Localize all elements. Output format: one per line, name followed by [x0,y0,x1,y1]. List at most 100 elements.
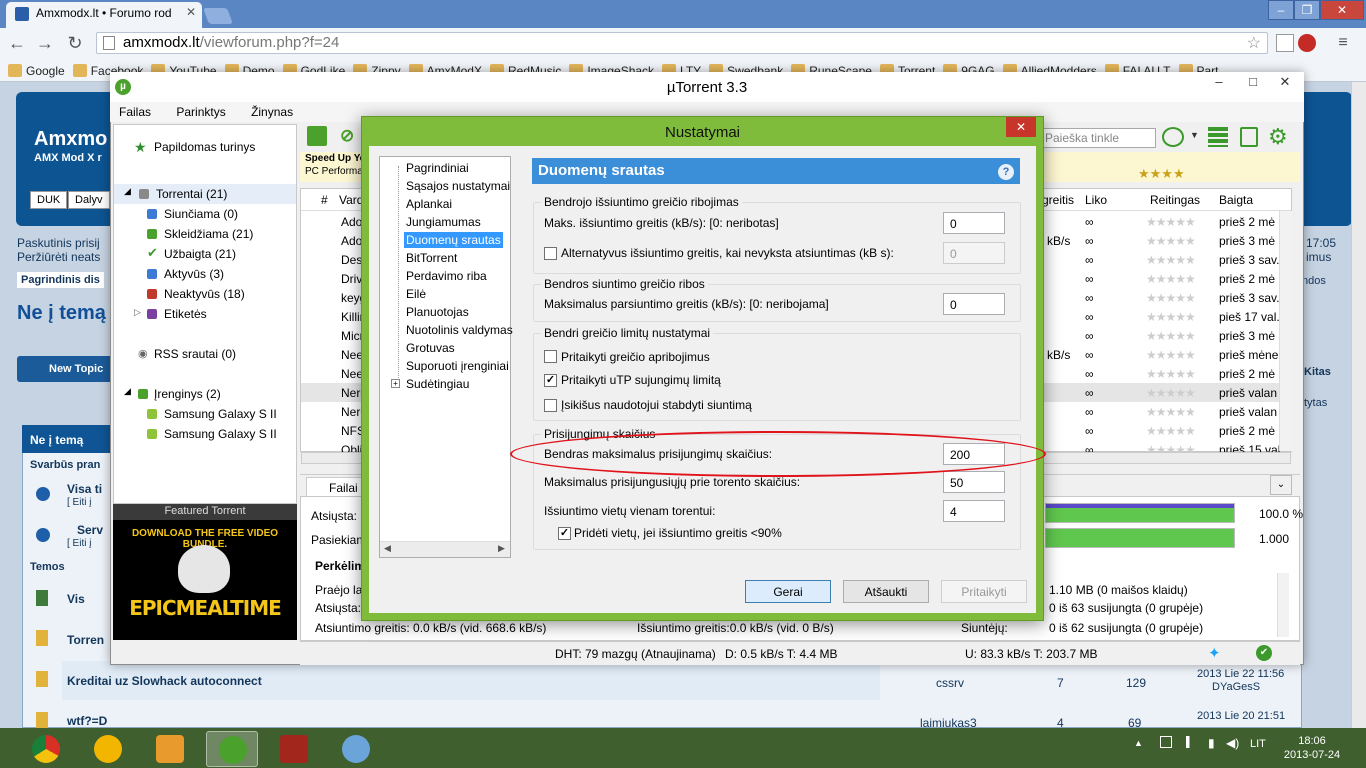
menu-help[interactable]: Žinynas [251,105,293,119]
settings-tree-item[interactable]: Perdavimo riba [404,268,489,284]
collapse-panel-icon[interactable]: ⌄ [1270,475,1292,495]
topic-author[interactable]: cssrv [936,676,964,690]
tree-scrollbar[interactable]: ◀ ▶ [380,541,510,557]
language-indicator[interactable]: LIT [1250,738,1266,750]
gear-icon[interactable]: ⚙ [1268,124,1288,150]
rating-stars-icon[interactable]: ★★★★★ [1146,329,1196,343]
chrome-maximize-button[interactable]: ❐ [1294,0,1320,20]
forum-nav-members[interactable]: Dalyv [68,191,110,209]
col-num[interactable]: # [321,193,328,207]
tab-files[interactable]: Failai [306,477,366,497]
col-rating[interactable]: Reitingas [1150,193,1200,207]
battery-icon[interactable] [1186,736,1198,748]
taskbar-app[interactable] [82,731,134,767]
settings-tree-item[interactable]: Planuotojas [404,304,471,320]
rating-stars-icon[interactable]: ★★★★★ [1146,348,1196,362]
sidebar-item-device[interactable]: Samsung Galaxy S II [114,404,296,424]
sidebar-item-seeding[interactable]: Skleidžiama (21) [114,224,296,244]
list-view-icon[interactable] [1208,127,1228,147]
settings-tree-item[interactable]: Eilė [404,286,428,302]
ut-minimize-button[interactable]: – [1204,72,1234,94]
sidebar-item-rss[interactable]: ◉ RSS srautai (0) [114,344,296,364]
topic-goto[interactable]: [ Eiti į [67,538,91,549]
back-icon[interactable]: ← [6,33,28,53]
settings-tree-item[interactable]: Pagrindiniai [404,160,471,176]
col-done[interactable]: Baigta [1219,193,1253,207]
rating-stars-icon[interactable]: ★★★★★ [1146,272,1196,286]
menu-options[interactable]: Parinktys [176,105,225,119]
rating-stars-icon[interactable]: ★★★★★ [1146,424,1196,438]
web-search-input[interactable]: Paieška tinkle [1040,128,1156,148]
scroll-left-icon[interactable]: ◀ [384,543,391,554]
upload-slots-field[interactable]: 4 [943,500,1005,522]
max-download-field[interactable]: 0 [943,293,1005,315]
col-left[interactable]: Liko [1085,193,1107,207]
settings-tree-item[interactable]: Suporuoti įrenginiai [404,358,511,374]
globe-search-icon[interactable] [1162,127,1184,147]
rating-stars-icon[interactable]: ★★★★★ [1146,386,1196,400]
sidebar-item-labels[interactable]: ▷ Etiketės [114,304,296,324]
ok-button[interactable]: Gerai [745,580,831,603]
bookmark-star-icon[interactable]: ☆ [1247,33,1261,53]
settings-tree-item[interactable]: Jungiamumas [404,214,483,230]
chrome-close-button[interactable]: ✕ [1320,0,1364,20]
taskbar-chrome[interactable] [20,731,72,767]
tray-expand-icon[interactable]: ▲ [1134,738,1143,748]
scroll-right-icon[interactable]: ▶ [498,543,505,554]
apply-rate-limits-checkbox[interactable] [544,350,557,363]
tree-expand-icon[interactable]: + [391,379,400,388]
sidebar-item-extra[interactable]: ★ Papildomas turinys [114,137,296,157]
taskbar-clock[interactable]: 18:06 2013-07-24 [1276,734,1348,762]
sidebar-item-active[interactable]: Aktyvūs (3) [114,264,296,284]
dialog-close-button[interactable]: ✕ [1006,117,1036,137]
rating-stars-icon[interactable]: ★★★★★ [1146,291,1196,305]
alt-upload-checkbox[interactable] [544,247,557,260]
menu-file[interactable]: Failas [119,105,151,119]
forward-icon[interactable]: → [34,33,56,53]
sidebar-item-torrents[interactable]: ◢ Torrentai (21) [114,184,296,204]
twitter-icon[interactable]: ✦ [1208,644,1221,662]
adblock-extension-icon[interactable] [1298,34,1316,52]
topic-last-author[interactable]: DYaGesS [1212,681,1260,693]
network-icon[interactable]: ▮ [1208,736,1215,750]
rating-stars-icon[interactable]: ★★★★★ [1146,253,1196,267]
settings-tree-item[interactable]: Sąsajos nustatymai [404,178,512,194]
flag-icon[interactable] [1160,736,1172,748]
sidebar-item-completed[interactable]: ✔ Užbaigta (21) [114,244,296,264]
tab-close-icon[interactable]: ✕ [186,5,196,19]
topic-title[interactable]: Visa ti [67,482,102,496]
chrome-minimize-button[interactable]: – [1268,0,1294,20]
taskbar-utorrent[interactable] [206,731,258,767]
col-speed[interactable]: greitis [1042,193,1074,207]
view-unread-link[interactable]: Peržiūrėti neats [17,250,100,264]
col-name[interactable]: Vard [339,193,363,207]
topic-title[interactable]: Kreditai uz Slowhack autoconnect [67,674,262,688]
taskbar-dota[interactable] [268,731,320,767]
utp-limit-checkbox[interactable]: ✓ [544,374,557,387]
topic-title[interactable]: Torren [67,633,104,647]
address-bar[interactable]: amxmodx.lt/viewforum.php?f=24 ☆ [96,32,1268,54]
volume-icon[interactable]: ◀) [1226,736,1239,750]
new-topic-button[interactable]: New Topic [17,356,117,382]
sidebar-item-device[interactable]: Samsung Galaxy S II [114,424,296,444]
add-torrent-icon[interactable] [307,126,327,146]
topic-title[interactable]: wtf?=D [67,714,107,728]
rating-stars-icon[interactable]: ★★★★★ [1146,234,1196,248]
sidebar-item-inactive[interactable]: Neaktyvūs (18) [114,284,296,304]
remote-icon[interactable] [1240,127,1258,147]
topic-title[interactable]: Serv [77,523,103,537]
browser-tab[interactable]: Amxmodx.lt • Forumo rod ✕ [6,2,202,28]
rating-stars-icon[interactable]: ★★★★★ [1146,310,1196,324]
gmail-extension-icon[interactable] [1276,34,1294,52]
sidebar-item-devices[interactable]: ◢ Įrenginys (2) [114,384,296,404]
rating-stars-icon[interactable]: ★★★★★ [1146,405,1196,419]
ut-close-button[interactable]: ✕ [1270,72,1300,94]
next-page-link[interactable]: Kitas [1304,366,1331,378]
breadcrumb[interactable]: Pagrindinis dis [17,272,104,288]
settings-tree-item[interactable]: Duomenų srautas [404,232,503,248]
topic-title[interactable]: Vis [67,592,85,606]
chrome-menu-icon[interactable]: ≡ [1334,34,1352,52]
details-scrollbar[interactable] [1277,573,1289,637]
settings-tree-item[interactable]: BitTorrent [404,250,459,266]
ut-maximize-button[interactable]: □ [1238,72,1268,94]
